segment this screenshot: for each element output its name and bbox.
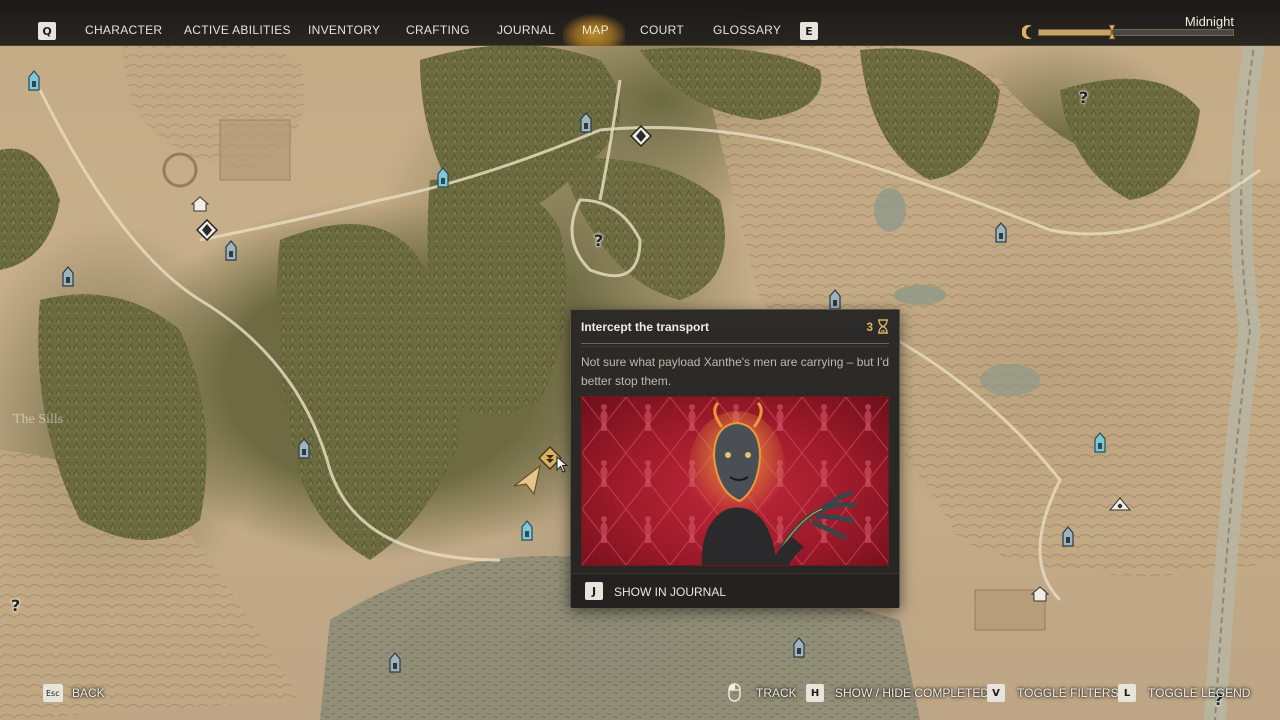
unknown-location-icon[interactable]: ?: [1079, 88, 1088, 107]
quest-time-count: 3: [866, 320, 873, 334]
toggle-filters-key[interactable]: V: [987, 684, 1005, 702]
title-divider-shadow: [581, 346, 889, 347]
player-position-icon: [513, 464, 541, 496]
title-divider: [581, 343, 889, 344]
shrine-marker-icon[interactable]: [791, 637, 807, 659]
crescent-moon-icon: [1022, 25, 1032, 39]
time-marker-icon: [1108, 24, 1116, 40]
shrine-marker-icon[interactable]: [296, 438, 312, 460]
time-of-day-label: Midnight: [1184, 14, 1234, 29]
quest-tooltip-footer: J SHOW IN JOURNAL: [571, 573, 899, 608]
tab-map[interactable]: MAP: [582, 23, 609, 37]
back-key[interactable]: Esc: [43, 684, 63, 702]
region-label: The Sills: [13, 412, 64, 427]
quest-illustration: [581, 396, 889, 566]
unknown-location-icon[interactable]: ?: [11, 596, 20, 615]
track-button[interactable]: TRACK: [756, 686, 797, 700]
house-marker-icon[interactable]: [191, 196, 209, 212]
mouse-icon: [728, 683, 741, 702]
tab-inventory[interactable]: INVENTORY: [308, 23, 380, 37]
point-of-interest-icon[interactable]: [630, 125, 652, 147]
next-tab-key[interactable]: E: [800, 22, 818, 40]
top-navigation-bar: Q CHARACTER ACTIVE ABILITIES INVENTORY C…: [0, 0, 1280, 46]
red-patterned-wall-portrait-image: [582, 397, 888, 565]
tab-crafting[interactable]: CRAFTING: [406, 23, 470, 37]
shrine-marker-icon[interactable]: [26, 70, 42, 92]
toggle-legend-button[interactable]: TOGGLE LEGEND: [1148, 686, 1250, 700]
tab-court[interactable]: COURT: [640, 23, 684, 37]
toggle-filters-button[interactable]: TOGGLE FILTERS: [1017, 686, 1119, 700]
show-hide-completed-key[interactable]: H: [806, 684, 824, 702]
shrine-marker-icon[interactable]: [578, 112, 594, 134]
house-marker-icon[interactable]: [1031, 586, 1049, 602]
hourglass-icon: [878, 319, 888, 334]
time-of-day-bar: [1038, 29, 1234, 36]
shrine-marker-icon[interactable]: [1092, 432, 1108, 454]
shrine-marker-icon[interactable]: [223, 240, 239, 262]
tab-glossary[interactable]: GLOSSARY: [713, 23, 781, 37]
point-of-interest-icon[interactable]: [196, 219, 218, 241]
show-in-journal-key[interactable]: J: [585, 582, 603, 600]
quest-description: Not sure what payload Xanthe's men are c…: [581, 355, 890, 388]
shrine-marker-icon[interactable]: [993, 222, 1009, 244]
show-hide-completed-button[interactable]: SHOW / HIDE COMPLETED: [835, 686, 989, 700]
shrine-marker-icon[interactable]: [60, 266, 76, 288]
unknown-location-icon[interactable]: ?: [594, 231, 603, 250]
tab-active-abilities[interactable]: ACTIVE ABILITIES: [184, 23, 291, 37]
toggle-legend-key[interactable]: L: [1118, 684, 1136, 702]
camp-marker-icon[interactable]: [1109, 496, 1131, 512]
quest-tooltip: Intercept the transport 3 Not sure what …: [570, 309, 900, 608]
shrine-marker-icon[interactable]: [1060, 526, 1076, 548]
tab-journal[interactable]: JOURNAL: [497, 23, 555, 37]
back-button[interactable]: BACK: [72, 686, 105, 700]
quest-title: Intercept the transport: [581, 320, 710, 334]
shrine-marker-icon[interactable]: [435, 167, 451, 189]
shrine-marker-icon[interactable]: [827, 289, 843, 311]
shrine-marker-icon[interactable]: [387, 652, 403, 674]
show-in-journal-button[interactable]: SHOW IN JOURNAL: [614, 585, 726, 599]
shrine-marker-icon[interactable]: [519, 520, 535, 542]
prev-tab-key[interactable]: Q: [38, 22, 56, 40]
cursor-icon: [556, 456, 569, 473]
time-of-day-fill: [1039, 30, 1113, 35]
tab-character[interactable]: CHARACTER: [85, 23, 162, 37]
